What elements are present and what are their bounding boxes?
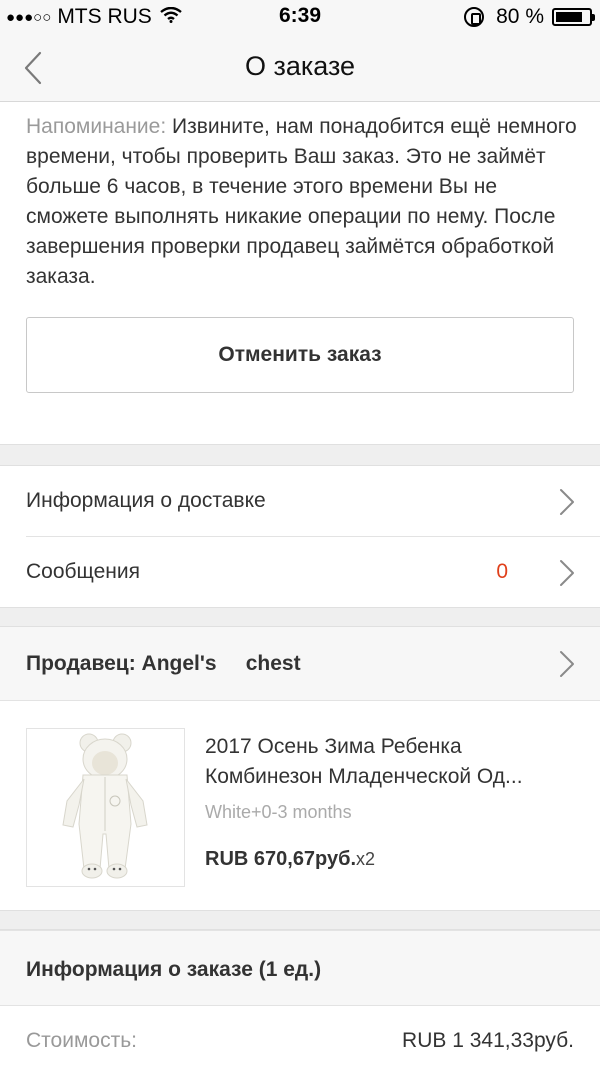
baby-jumpsuit-image	[62, 733, 148, 879]
order-info-title: Информация о заказе (1 ед.)	[26, 958, 322, 981]
cost-value: RUB 1 341,33руб.	[402, 1029, 574, 1052]
page-title: О заказе	[244, 51, 356, 81]
section-divider	[0, 444, 600, 466]
messages-count: 0	[496, 560, 508, 583]
status-bar: ●●●○○ MTS RUS 6:39 80 %	[0, 0, 600, 34]
reminder-text: Извините, нам понадобится ещё немного вр…	[26, 115, 577, 288]
product-item[interactable]: 2017 Осень Зима Ребенка Комбинезон Младе…	[0, 702, 600, 910]
chevron-right-icon	[560, 489, 574, 515]
product-price-line: RUB 670,67руб.x2	[205, 848, 375, 871]
delivery-info-row[interactable]: Информация о доставке	[0, 466, 600, 536]
messages-label: Сообщения	[26, 560, 140, 583]
cancel-order-button[interactable]: Отменить заказ	[26, 317, 574, 393]
chevron-right-icon	[560, 651, 574, 677]
section-divider	[0, 607, 600, 627]
battery-percent: 80 %	[496, 5, 544, 28]
messages-row[interactable]: Сообщения 0	[0, 537, 600, 607]
cost-row: Стоимость: RUB 1 341,33руб.	[0, 1007, 600, 1066]
order-info-header: Информация о заказе (1 ед.)	[0, 930, 600, 1006]
reminder-notice: Напоминание: Извините, нам понадобится е…	[26, 112, 582, 292]
product-name-line-1: 2017 Осень Зима Ребенка	[205, 735, 462, 758]
status-right: 80 %	[464, 5, 595, 29]
seller-row[interactable]: Продавец: Angel's chest	[0, 627, 600, 701]
orientation-lock-icon	[464, 7, 485, 27]
reminder-label: Напоминание:	[26, 115, 167, 138]
product-price: RUB 670,67руб.	[205, 848, 357, 870]
product-variant: White+0-3 months	[205, 802, 352, 822]
cost-label: Стоимость:	[26, 1029, 137, 1052]
battery-icon	[552, 8, 595, 26]
product-name-line-2: Комбинезон Младенческой Од...	[205, 765, 523, 788]
product-thumbnail[interactable]	[26, 728, 185, 887]
delivery-info-label: Информация о доставке	[26, 489, 266, 512]
chevron-right-icon	[560, 560, 574, 586]
product-quantity: x2	[356, 849, 376, 869]
product-name[interactable]: 2017 Осень Зима Ребенка Комбинезон Младе…	[205, 732, 575, 792]
section-divider	[0, 910, 600, 930]
navigation-bar: О заказе	[0, 34, 600, 102]
seller-label: Продавец: Angel's chest	[26, 652, 301, 675]
